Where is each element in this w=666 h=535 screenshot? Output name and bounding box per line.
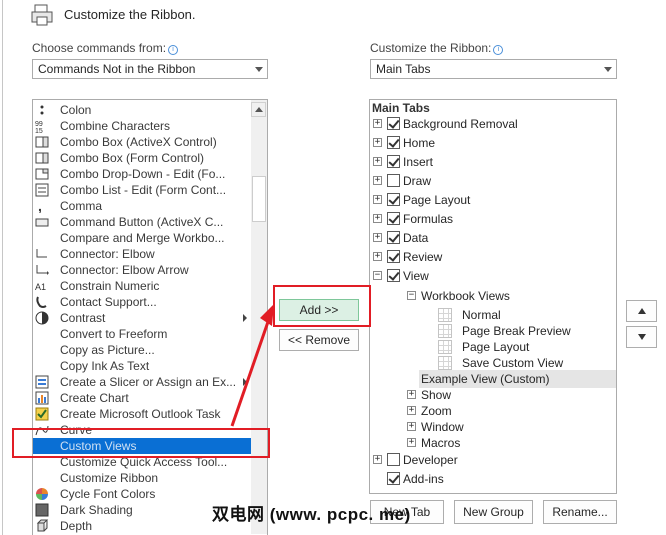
watermark-text: 双电网 (www. pcpc. me) [212,505,411,524]
red-arrow [230,304,274,427]
